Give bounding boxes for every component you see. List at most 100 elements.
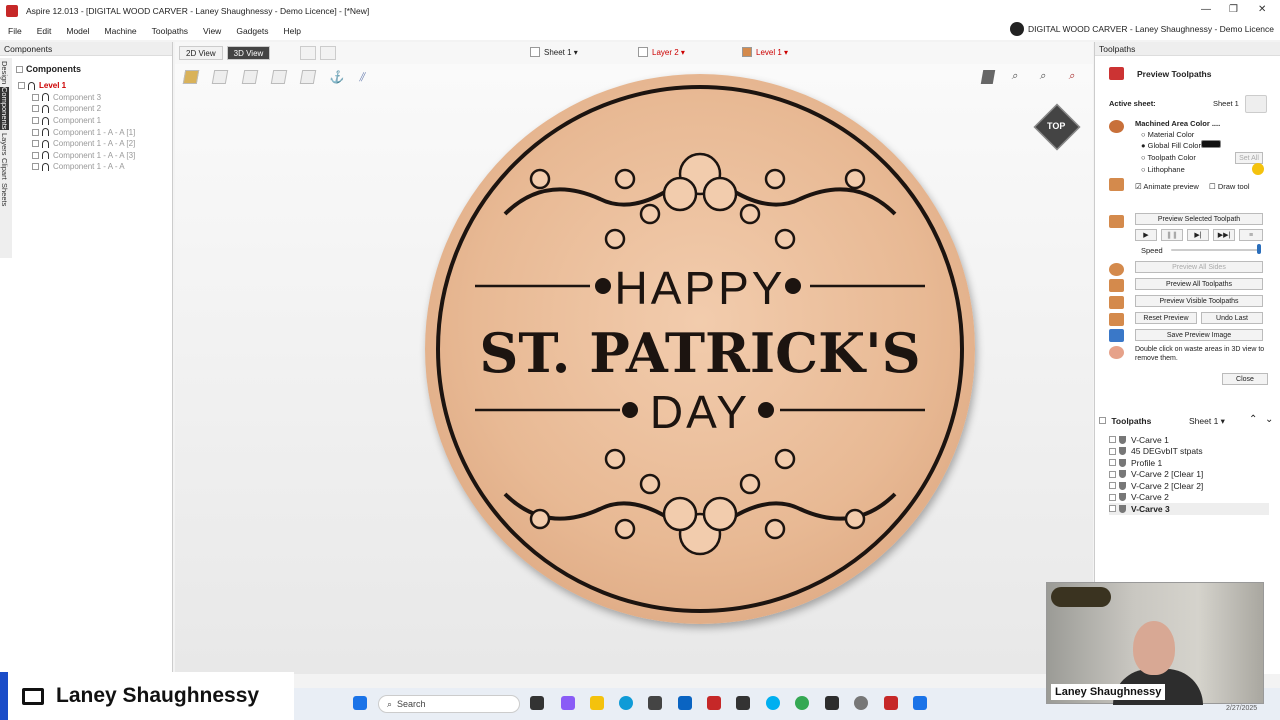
tree-item[interactable]: Component 2 — [18, 103, 168, 115]
presenter-name: Laney Shaughnessy — [56, 684, 260, 707]
fill-color-swatch[interactable] — [1201, 140, 1221, 148]
preview-all-sides-button[interactable]: Preview All Sides — [1135, 261, 1263, 273]
toolpath-item[interactable]: V-Carve 1 — [1109, 434, 1269, 446]
plane-icon[interactable] — [270, 70, 288, 84]
end-icon[interactable]: ▶▶| — [1213, 229, 1235, 241]
speed-slider-handle[interactable] — [1257, 244, 1261, 254]
level-dropdown[interactable]: Level 1 ▾ — [742, 47, 788, 57]
toolpath-icon[interactable] — [241, 70, 259, 84]
hatch-icon[interactable]: ⫽ — [359, 70, 375, 84]
play-icon[interactable]: ▶ — [1135, 229, 1157, 241]
menu-toolpaths[interactable]: Toolpaths — [152, 26, 188, 36]
shield-icon — [1119, 447, 1126, 456]
components-checkbox[interactable] — [16, 65, 23, 73]
store-icon[interactable] — [648, 696, 662, 710]
reset-preview-button[interactable]: Reset Preview — [1135, 312, 1197, 324]
zoom-box-icon[interactable]: ⌕ — [1068, 70, 1084, 84]
file-explorer-icon[interactable] — [590, 696, 604, 710]
animate-preview-checkbox[interactable]: ☑ Animate preview — [1135, 182, 1199, 191]
tree-item[interactable]: Component 1 - A - A [3] — [18, 150, 168, 162]
pause-icon[interactable]: ❚❚ — [1161, 229, 1183, 241]
tree-level[interactable]: Level 1 — [18, 80, 168, 92]
toolpath-color-radio[interactable]: ○ Toolpath Color — [1141, 153, 1196, 162]
toolpaths-sheet-dropdown[interactable]: Sheet 1 ▾ — [1189, 416, 1225, 427]
notes-icon[interactable] — [913, 696, 927, 710]
edge-icon[interactable] — [619, 696, 633, 710]
preview-selected-button[interactable]: Preview Selected Toolpath — [1135, 213, 1263, 225]
tree-item[interactable]: Component 1 - A - A — [18, 161, 168, 173]
shield-icon — [1119, 470, 1126, 479]
global-fill-radio[interactable]: ● Global Fill Color — [1141, 141, 1201, 150]
move-down-icon[interactable]: ⌄ — [1265, 414, 1273, 425]
preview-visible-button[interactable]: Preview Visible Toolpaths — [1135, 295, 1263, 307]
tab-layers[interactable]: Layers — [0, 133, 9, 156]
aspire-taskbar-icon[interactable] — [884, 696, 898, 710]
save-image-button[interactable]: Save Preview Image — [1135, 329, 1263, 341]
close-icon[interactable]: ✕ — [1258, 4, 1266, 15]
shading-icon[interactable] — [980, 70, 996, 84]
skype-icon[interactable] — [766, 696, 780, 710]
tab-sheets[interactable]: Sheets — [0, 183, 9, 206]
component-icon[interactable] — [211, 70, 229, 84]
close-button[interactable]: Close — [1222, 373, 1268, 385]
app-red-icon[interactable] — [707, 696, 721, 710]
menu-view[interactable]: View — [203, 26, 221, 36]
settings-icon[interactable] — [854, 696, 868, 710]
menu-file[interactable]: File — [8, 26, 22, 36]
draw-tool-checkbox[interactable]: ☐ Draw tool — [1209, 182, 1250, 191]
palette-icon[interactable] — [1245, 95, 1267, 113]
taskbar-search[interactable]: ⌕ Search — [378, 695, 520, 713]
minimize-icon[interactable]: — — [1201, 4, 1211, 15]
material-block-icon[interactable] — [182, 70, 200, 84]
toolpath-item[interactable]: 45 DEGvbIT stpats — [1109, 446, 1269, 458]
copilot-icon[interactable] — [561, 696, 575, 710]
menu-edit[interactable]: Edit — [37, 26, 52, 36]
menu-help[interactable]: Help — [283, 26, 300, 36]
toolpath-item[interactable]: V-Carve 2 — [1109, 492, 1269, 504]
app-icon-2[interactable] — [825, 696, 839, 710]
lithophane-radio[interactable]: ○ Lithophane — [1141, 165, 1185, 174]
maximize-icon[interactable]: ❐ — [1229, 4, 1238, 15]
windows-start-icon[interactable] — [353, 696, 367, 710]
toolpath-item[interactable]: V-Carve 2 [Clear 2] — [1109, 480, 1269, 492]
app-dark-icon[interactable] — [736, 696, 750, 710]
undo-last-button[interactable]: Undo Last — [1201, 312, 1263, 324]
zoom-in-icon[interactable]: ⌕ — [1039, 70, 1055, 84]
menu-gadgets[interactable]: Gadgets — [236, 26, 268, 36]
view-3d-button[interactable]: 3D View — [226, 46, 271, 60]
tab-clipart[interactable]: Clipart — [0, 158, 9, 180]
zoom-fit-icon[interactable]: ⌕ — [1011, 70, 1027, 84]
split-v-icon[interactable] — [320, 46, 337, 60]
sheet-dropdown[interactable]: Sheet 1 ▾ — [530, 47, 578, 57]
toolpath-item-selected[interactable]: V-Carve 3 — [1109, 503, 1269, 515]
window-title: Aspire 12.013 - [DIGITAL WOOD CARVER - L… — [26, 6, 370, 16]
speed-slider-track[interactable] — [1171, 249, 1259, 251]
sun-icon[interactable] — [1252, 163, 1264, 175]
anchor-icon[interactable]: ⚓ — [329, 70, 346, 84]
tab-components[interactable]: Components — [0, 87, 9, 130]
tree-item[interactable]: Component 1 - A - A [1] — [18, 126, 168, 138]
chrome-icon[interactable] — [795, 696, 809, 710]
tree-item[interactable]: Component 3 — [18, 92, 168, 104]
move-up-icon[interactable]: ⌃ — [1249, 414, 1257, 425]
split-h-icon[interactable] — [300, 46, 317, 60]
menu-model[interactable]: Model — [66, 26, 89, 36]
menu-machine[interactable]: Machine — [105, 26, 137, 36]
monitor-icon — [22, 687, 44, 705]
tab-design[interactable]: Design — [0, 61, 9, 84]
task-view-icon[interactable] — [530, 696, 544, 710]
box-icon[interactable] — [299, 70, 317, 84]
toolpaths-list-label: Toolpaths — [1099, 416, 1151, 426]
material-color-radio[interactable]: ○ Material Color — [1141, 130, 1194, 139]
active-sheet-label: Active sheet: — [1109, 99, 1156, 108]
tree-item[interactable]: Component 1 - A - A [2] — [18, 138, 168, 150]
preview-all-button[interactable]: Preview All Toolpaths — [1135, 278, 1263, 290]
options-icon[interactable]: ≡ — [1239, 229, 1263, 241]
view-2d-button[interactable]: 2D View — [179, 46, 223, 60]
step-icon[interactable]: ▶| — [1187, 229, 1209, 241]
layer-dropdown[interactable]: Layer 2 ▾ — [638, 47, 685, 57]
tree-item[interactable]: Component 1 — [18, 115, 168, 127]
toolpath-item[interactable]: Profile 1 — [1109, 457, 1269, 469]
outlook-icon[interactable] — [678, 696, 692, 710]
toolpath-item[interactable]: V-Carve 2 [Clear 1] — [1109, 469, 1269, 481]
